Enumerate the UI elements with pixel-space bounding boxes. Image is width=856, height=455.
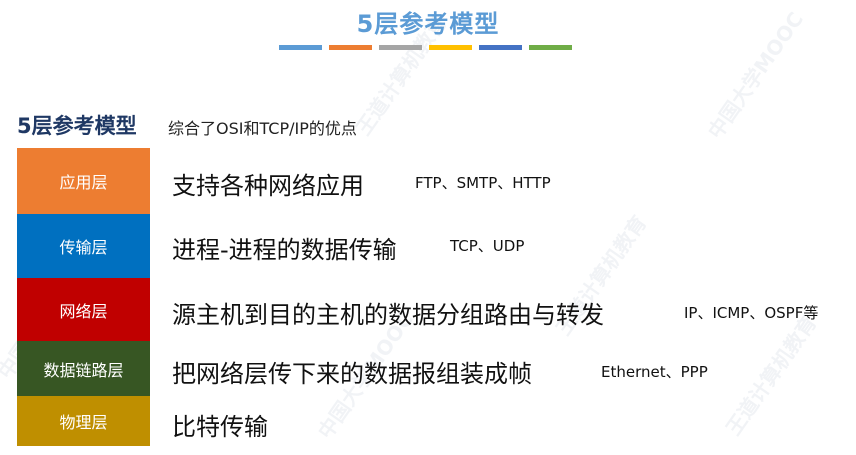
layer-block-transport: 传输层 — [17, 214, 150, 278]
layer-block-application: 应用层 — [17, 148, 150, 214]
layer-protocols: TCP、UDP — [450, 237, 525, 255]
layer-protocols: FTP、SMTP、HTTP — [415, 174, 551, 192]
title-color-bars — [279, 45, 579, 50]
layer-block-data-link: 数据链路层 — [17, 341, 150, 396]
layer-name: 应用层 — [59, 173, 108, 192]
watermark-text: 王道计算机教育 — [721, 311, 822, 440]
layer-description: 比特传输 — [172, 413, 268, 441]
color-bar — [479, 45, 522, 50]
layer-protocols: IP、ICMP、OSPF等 — [684, 304, 819, 322]
color-bar — [529, 45, 572, 50]
model-heading: 5层参考模型 — [17, 114, 137, 138]
layer-name: 物理层 — [59, 413, 108, 432]
color-bar — [429, 45, 472, 50]
color-bar — [279, 45, 322, 50]
slide-title: 5层参考模型 — [356, 10, 500, 38]
layer-description: 支持各种网络应用 — [172, 172, 364, 200]
color-bar — [329, 45, 372, 50]
color-bar — [379, 45, 422, 50]
layer-name: 网络层 — [59, 301, 108, 321]
layer-protocols: Ethernet、PPP — [601, 363, 708, 381]
layer-description: 源主机到目的主机的数据分组路由与转发 — [172, 301, 604, 329]
layer-description: 把网络层传下来的数据报组装成帧 — [172, 360, 532, 388]
layer-block-physical: 物理层 — [17, 396, 150, 446]
model-subheading: 综合了OSI和TCP/IP的优点 — [168, 119, 357, 138]
layer-description: 进程-进程的数据传输 — [172, 236, 397, 264]
layer-name: 数据链路层 — [43, 360, 124, 380]
layer-block-network: 网络层 — [17, 278, 150, 341]
layer-name: 传输层 — [59, 238, 108, 257]
